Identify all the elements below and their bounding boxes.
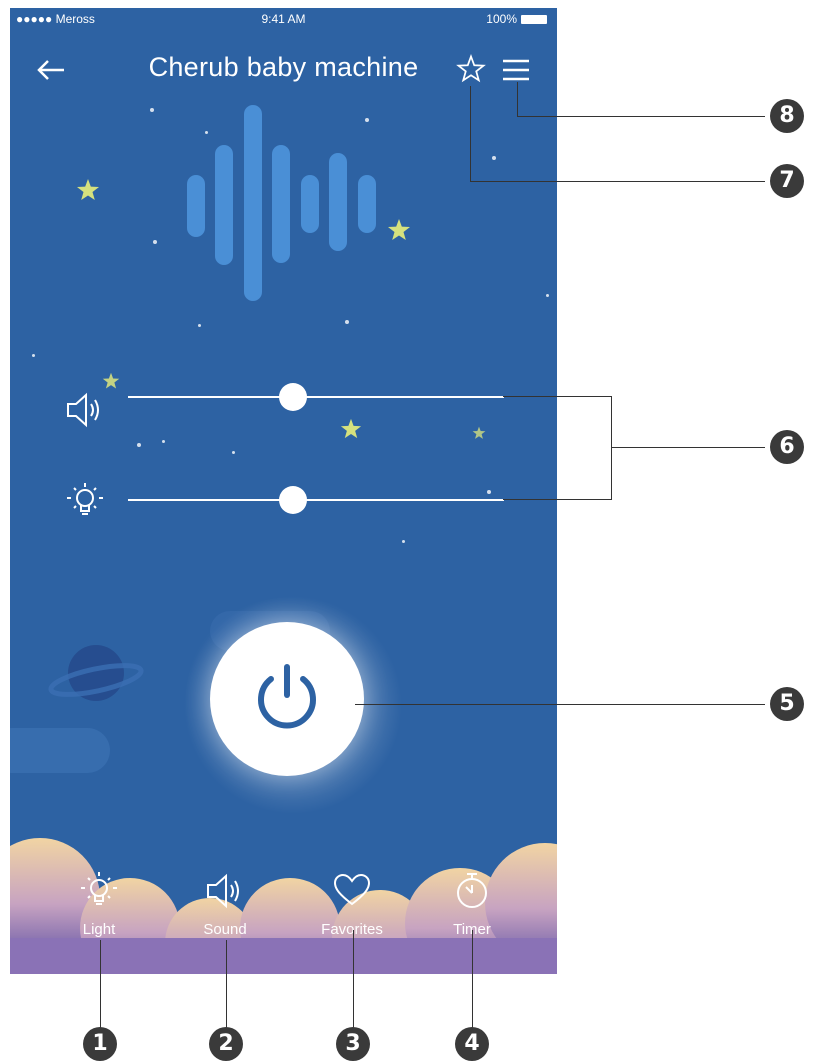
sound-wave-graphic — [187, 105, 376, 301]
callout-line-4 — [472, 930, 473, 1028]
status-bar: ●●●●● Meross 9:41 AM 100% — [10, 8, 557, 30]
power-button[interactable] — [210, 622, 364, 776]
callout-line-6 — [611, 447, 765, 448]
brightness-slider-track[interactable] — [128, 499, 504, 501]
lightbulb-icon — [81, 872, 117, 905]
volume-slider-track[interactable] — [128, 396, 504, 398]
stopwatch-icon — [457, 873, 487, 908]
volume-slider-thumb[interactable] — [279, 383, 308, 411]
brightness-slider-thumb[interactable] — [279, 486, 308, 514]
callout-badge-4: 4 — [455, 1027, 489, 1061]
callout-badge-6: 6 — [770, 430, 804, 464]
battery-percent: 100% — [486, 12, 517, 26]
battery-icon — [521, 14, 547, 24]
callout-badge-8: 8 — [770, 99, 804, 133]
speaker-icon — [65, 392, 105, 433]
heart-icon — [333, 873, 371, 906]
callout-line-1 — [100, 940, 101, 1028]
lightbulb-icon — [65, 481, 105, 526]
callout-line-8 — [517, 116, 765, 117]
callout-badge-2: 2 — [209, 1027, 243, 1061]
callout-badge-5: 5 — [770, 687, 804, 721]
callout-line-6-bracket — [611, 396, 612, 500]
clock-time: 9:41 AM — [261, 12, 306, 26]
nav-item-light[interactable]: Light — [39, 870, 159, 938]
hamburger-menu-icon[interactable] — [501, 57, 531, 88]
nav-item-timer[interactable]: Timer — [412, 870, 532, 938]
callout-badge-1: 1 — [83, 1027, 117, 1061]
phone-screen: ●●●●● Meross 9:41 AM 100% Cherub baby ma… — [10, 8, 557, 974]
callout-line-6-bottom — [503, 499, 611, 500]
star-outline-icon[interactable] — [456, 53, 486, 89]
callout-line-7 — [470, 181, 765, 182]
callout-line-2 — [226, 940, 227, 1028]
callout-badge-3: 3 — [336, 1027, 370, 1061]
nav-item-sound[interactable]: Sound — [165, 870, 285, 938]
callout-line-8-vertical — [517, 82, 518, 116]
power-icon — [258, 664, 316, 729]
callout-line-7-vertical — [470, 86, 471, 182]
callout-line-5 — [355, 704, 765, 705]
nav-item-favorites[interactable]: Favorites — [292, 870, 412, 938]
speaker-icon — [207, 873, 239, 909]
nav-label-sound: Sound — [203, 921, 247, 938]
callout-line-3 — [353, 930, 354, 1028]
battery-status: 100% — [486, 12, 547, 26]
nav-label-light: Light — [82, 921, 116, 938]
callout-line-6-top — [503, 396, 611, 397]
callout-badge-7: 7 — [770, 164, 804, 198]
nav-label-favorites: Favorites — [321, 921, 383, 938]
